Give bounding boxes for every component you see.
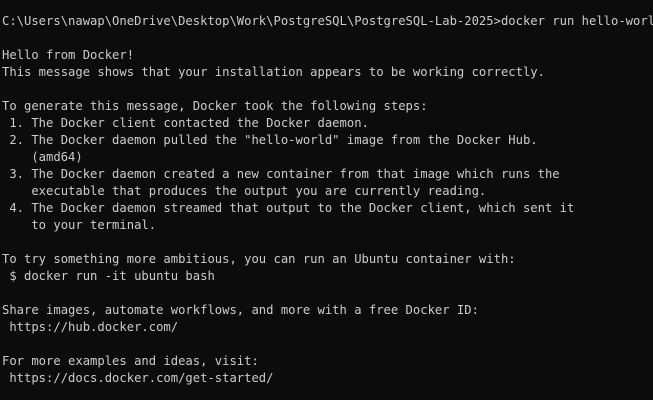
- output-line: (amd64): [2, 150, 83, 164]
- output-line: 1. The Docker client contacted the Docke…: [2, 116, 369, 130]
- output-line: 4. The Docker daemon streamed that outpu…: [2, 201, 575, 215]
- terminal-output[interactable]: C:\Users\nawap\OneDrive\Desktop\Work\Pos…: [0, 0, 653, 400]
- output-line: To generate this message, Docker took th…: [2, 99, 428, 113]
- output-line: Hello from Docker!: [2, 48, 135, 62]
- output-line: For more examples and ideas, visit:: [2, 354, 259, 368]
- output-line: $ docker run -it ubuntu bash: [2, 269, 215, 283]
- output-url-line: https://docs.docker.com/get-started/: [2, 371, 274, 385]
- output-line: To try something more ambitious, you can…: [2, 252, 516, 266]
- output-line: 3. The Docker daemon created a new conta…: [2, 167, 560, 181]
- output-line: 2. The Docker daemon pulled the "hello-w…: [2, 133, 538, 147]
- output-line: This message shows that your installatio…: [2, 65, 545, 79]
- output-url-line: https://hub.docker.com/: [2, 320, 179, 334]
- output-line: to your terminal.: [2, 218, 157, 232]
- output-line: Share images, automate workflows, and mo…: [2, 303, 479, 317]
- output-line: executable that produces the output you …: [2, 184, 487, 198]
- command-prompt-line: C:\Users\nawap\OneDrive\Desktop\Work\Pos…: [2, 14, 653, 28]
